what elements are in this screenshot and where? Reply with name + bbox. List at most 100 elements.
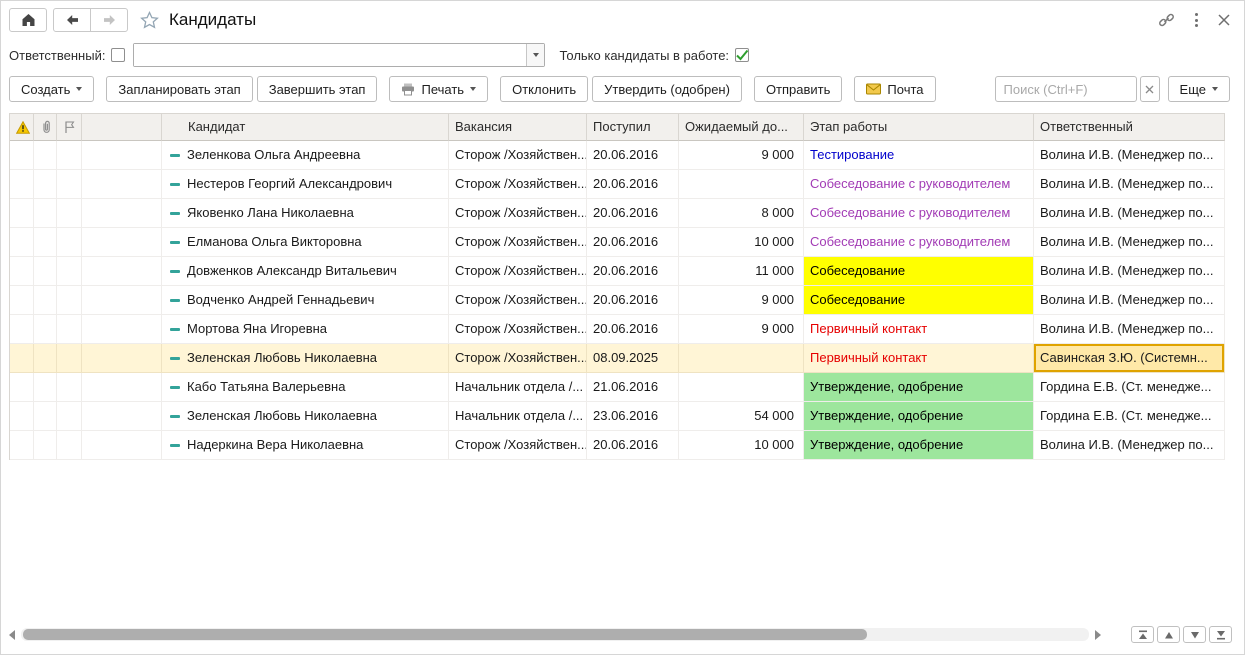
scrollbar-track[interactable]	[21, 628, 1089, 641]
table-row[interactable]: Водченко Андрей Геннадьевич Сторож /Хозя…	[10, 286, 1225, 315]
cell-stage[interactable]: Собеседование	[804, 257, 1034, 286]
cell-expected[interactable]: 10 000	[679, 228, 804, 257]
responsible-input[interactable]	[134, 44, 527, 66]
table-row[interactable]: Кабо Татьяна Валерьевна Начальник отдела…	[10, 373, 1225, 402]
decline-button[interactable]: Отклонить	[500, 76, 589, 102]
table-row[interactable]: Зеленская Любовь Николаевна Сторож /Хозя…	[10, 344, 1225, 373]
back-button[interactable]	[53, 8, 91, 32]
cell-received[interactable]: 20.06.2016	[587, 286, 679, 315]
cell-vacancy[interactable]: Сторож /Хозяйствен...	[449, 141, 587, 170]
cell-responsible[interactable]: Волина И.В. (Менеджер по...	[1034, 199, 1225, 228]
cell-expected[interactable]: 54 000	[679, 402, 804, 431]
list-last-button[interactable]	[1209, 626, 1232, 643]
header-received[interactable]: Поступил	[587, 113, 679, 141]
table-row[interactable]: Довженков Александр Витальевич Сторож /Х…	[10, 257, 1225, 286]
cell-responsible[interactable]: Волина И.В. (Менеджер по...	[1034, 141, 1225, 170]
table-row[interactable]: Яковенко Лана Николаевна Сторож /Хозяйст…	[10, 199, 1225, 228]
list-down-button[interactable]	[1183, 626, 1206, 643]
cell-received[interactable]: 20.06.2016	[587, 170, 679, 199]
header-expected[interactable]: Ожидаемый до...	[679, 113, 804, 141]
cell-vacancy[interactable]: Сторож /Хозяйствен...	[449, 431, 587, 460]
cell-stage[interactable]: Утверждение, одобрение	[804, 402, 1034, 431]
search-clear-button[interactable]	[1139, 76, 1160, 102]
cell-responsible[interactable]: Волина И.В. (Менеджер по...	[1034, 257, 1225, 286]
cell-received[interactable]: 23.06.2016	[587, 402, 679, 431]
cell-candidate[interactable]: Мортова Яна Игоревна	[162, 315, 449, 344]
list-up-button[interactable]	[1157, 626, 1180, 643]
cell-responsible[interactable]: Волина И.В. (Менеджер по...	[1034, 286, 1225, 315]
cell-vacancy[interactable]: Сторож /Хозяйствен...	[449, 286, 587, 315]
more-menu-kebab-icon[interactable]	[1193, 11, 1200, 29]
header-flag[interactable]	[57, 113, 82, 141]
cell-stage[interactable]: Утверждение, одобрение	[804, 431, 1034, 460]
cell-vacancy[interactable]: Сторож /Хозяйствен...	[449, 315, 587, 344]
cell-expected[interactable]: 11 000	[679, 257, 804, 286]
cell-responsible[interactable]: Волина И.В. (Менеджер по...	[1034, 315, 1225, 344]
cell-candidate[interactable]: Зеленская Любовь Николаевна	[162, 402, 449, 431]
in-work-checkbox[interactable]	[735, 48, 750, 62]
cell-candidate[interactable]: Надеркина Вера Николаевна	[162, 431, 449, 460]
cell-received[interactable]: 20.06.2016	[587, 199, 679, 228]
cell-stage[interactable]: Собеседование с руководителем	[804, 228, 1034, 257]
table-row[interactable]: Нестеров Георгий Александрович Сторож /Х…	[10, 170, 1225, 199]
cell-received[interactable]: 21.06.2016	[587, 373, 679, 402]
cell-responsible[interactable]: Волина И.В. (Менеджер по...	[1034, 228, 1225, 257]
cell-stage[interactable]: Первичный контакт	[804, 315, 1034, 344]
cell-candidate[interactable]: Елманова Ольга Викторовна	[162, 228, 449, 257]
header-candidate[interactable]: Кандидат	[162, 113, 449, 141]
cell-received[interactable]: 08.09.2025	[587, 344, 679, 373]
cell-vacancy[interactable]: Сторож /Хозяйствен...	[449, 344, 587, 373]
header-warning[interactable]	[10, 113, 34, 141]
header-responsible[interactable]: Ответственный	[1034, 113, 1225, 141]
print-button[interactable]: Печать	[389, 76, 489, 102]
cell-candidate[interactable]: Зеленкова Ольга Андреевна	[162, 141, 449, 170]
cell-responsible[interactable]: Савинская З.Ю. (Системн...	[1034, 344, 1225, 373]
cell-expected[interactable]: 10 000	[679, 431, 804, 460]
cell-stage[interactable]: Первичный контакт	[804, 344, 1034, 373]
cell-vacancy[interactable]: Сторож /Хозяйствен...	[449, 257, 587, 286]
table-row[interactable]: Зеленкова Ольга Андреевна Сторож /Хозяйс…	[10, 141, 1225, 170]
close-icon[interactable]	[1218, 14, 1230, 26]
cell-vacancy[interactable]: Сторож /Хозяйствен...	[449, 228, 587, 257]
list-first-button[interactable]	[1131, 626, 1154, 643]
cell-candidate[interactable]: Кабо Татьяна Валерьевна	[162, 373, 449, 402]
cell-stage[interactable]: Собеседование с руководителем	[804, 199, 1034, 228]
scrollbar-thumb[interactable]	[23, 629, 867, 640]
header-attachment[interactable]	[34, 113, 57, 141]
scroll-right-arrow-icon[interactable]	[1095, 629, 1101, 640]
table-row[interactable]: Надеркина Вера Николаевна Сторож /Хозяйс…	[10, 431, 1225, 460]
cell-candidate[interactable]: Зеленская Любовь Николаевна	[162, 344, 449, 373]
table-row[interactable]: Зеленская Любовь Николаевна Начальник от…	[10, 402, 1225, 431]
responsible-checkbox[interactable]	[111, 48, 126, 62]
cell-expected[interactable]: 9 000	[679, 286, 804, 315]
search-input[interactable]	[994, 76, 1137, 102]
cell-responsible[interactable]: Волина И.В. (Менеджер по...	[1034, 170, 1225, 199]
table-row[interactable]: Елманова Ольга Викторовна Сторож /Хозяйс…	[10, 228, 1225, 257]
get-link-icon[interactable]	[1158, 12, 1175, 28]
header-stage[interactable]: Этап работы	[804, 113, 1034, 141]
header-vacancy[interactable]: Вакансия	[449, 113, 587, 141]
cell-responsible[interactable]: Гордина Е.В. (Ст. менедже...	[1034, 373, 1225, 402]
cell-stage[interactable]: Утверждение, одобрение	[804, 373, 1034, 402]
approve-button[interactable]: Утвердить (одобрен)	[592, 76, 742, 102]
cell-received[interactable]: 20.06.2016	[587, 315, 679, 344]
cell-received[interactable]: 20.06.2016	[587, 257, 679, 286]
cell-expected[interactable]: 8 000	[679, 199, 804, 228]
cell-candidate[interactable]: Яковенко Лана Николаевна	[162, 199, 449, 228]
cell-expected[interactable]	[679, 344, 804, 373]
cell-received[interactable]: 20.06.2016	[587, 141, 679, 170]
cell-expected[interactable]: 9 000	[679, 141, 804, 170]
cell-vacancy[interactable]: Сторож /Хозяйствен...	[449, 199, 587, 228]
cell-vacancy[interactable]: Сторож /Хозяйствен...	[449, 170, 587, 199]
cell-received[interactable]: 20.06.2016	[587, 228, 679, 257]
cell-candidate[interactable]: Довженков Александр Витальевич	[162, 257, 449, 286]
cell-received[interactable]: 20.06.2016	[587, 431, 679, 460]
cell-responsible[interactable]: Гордина Е.В. (Ст. менедже...	[1034, 402, 1225, 431]
cell-stage[interactable]: Собеседование с руководителем	[804, 170, 1034, 199]
cell-vacancy[interactable]: Начальник отдела /...	[449, 402, 587, 431]
cell-responsible[interactable]: Волина И.В. (Менеджер по...	[1034, 431, 1225, 460]
cell-stage[interactable]: Собеседование	[804, 286, 1034, 315]
forward-button[interactable]	[90, 8, 128, 32]
mail-button[interactable]: Почта	[854, 76, 936, 102]
finish-stage-button[interactable]: Завершить этап	[256, 76, 378, 102]
